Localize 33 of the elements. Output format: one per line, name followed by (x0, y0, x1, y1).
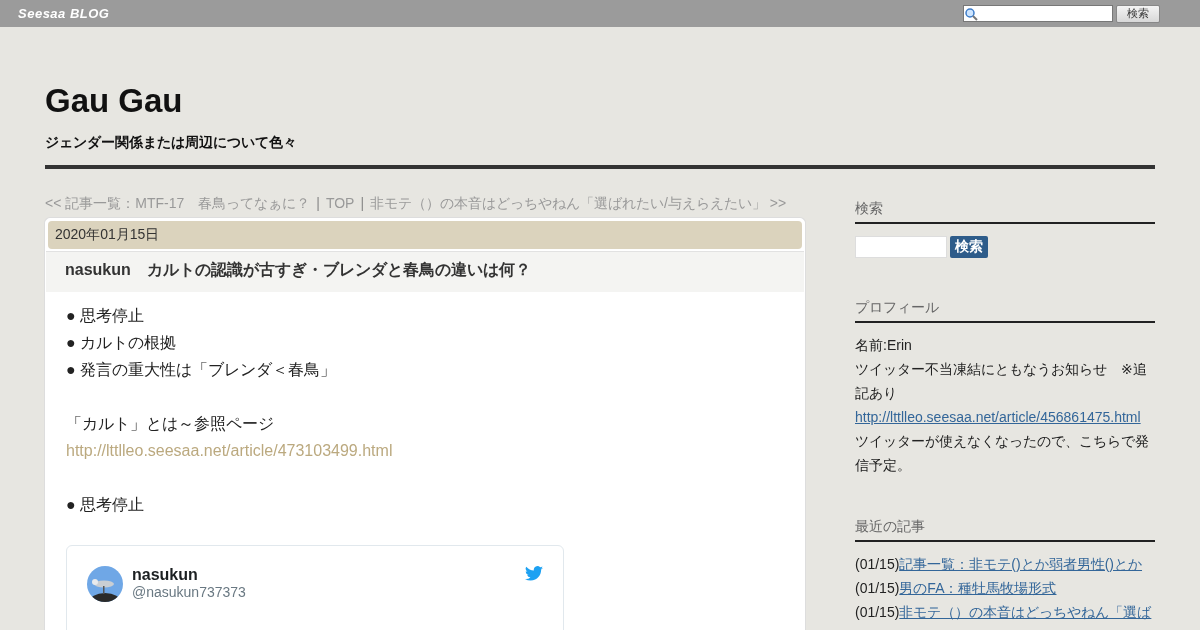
post-date: (01/15) (855, 556, 900, 572)
search-field[interactable] (963, 5, 1113, 22)
body-text: 「カルト」とは～参照ページ (66, 414, 275, 434)
article-date: 2020年01月15日 (48, 221, 802, 249)
separator: | (316, 195, 320, 213)
post-date: (01/15) (855, 604, 900, 620)
link[interactable]: http://lttlleo.seesaa.net/article/456861475.html (855, 405, 1155, 429)
bird-icon[interactable] (525, 566, 543, 581)
blog-title[interactable]: Gau Gau (45, 82, 1155, 120)
sidebar-heading: 最近の記事 (855, 513, 1155, 542)
sidebar-heading: 検索 (855, 195, 1155, 224)
post-link[interactable]: 非モテ（）の本音はどっちやねん「選ば (899, 604, 1152, 620)
body-text: 名前:Erin (855, 336, 913, 355)
tweet-handle[interactable]: @nasukun737373 (132, 584, 516, 600)
body-text: ● カルトの根拠 (66, 333, 178, 353)
body-text: ツイッター不当凍結にともなうお知らせ ※追記あり (855, 360, 1148, 403)
search-button[interactable]: 検索 (1116, 4, 1160, 23)
search-icon (964, 6, 978, 21)
sidebar-heading: プロフィール (855, 294, 1155, 323)
article-title: nasukun カルトの認識が古すぎ・ブレンダと春鳥の違いは何？ (46, 251, 804, 292)
body-text: ● 思考停止 (66, 495, 146, 515)
logo[interactable]: Seesaa BLOG (18, 6, 110, 21)
body-text: ツイッターが使えなくなったので、こちらで発信予定。 (855, 432, 1150, 475)
tweet-author[interactable]: nasukun (132, 566, 516, 584)
search-button[interactable]: 検索 (950, 236, 988, 258)
tweet-card[interactable]: nasukun @nasukun737373 (66, 545, 564, 630)
post-date: (01/15) (855, 580, 900, 596)
body-text: ● 思考停止 (66, 306, 146, 326)
body-text: ● 発言の重大性は「ブレンダ＜春鳥」 (66, 360, 338, 380)
post-link[interactable]: 男のFA：種牡馬牧場形式 (899, 580, 1057, 596)
post-link[interactable]: 記事一覧：非モテ()とか弱者男性()とか (899, 556, 1142, 572)
separator: | (360, 195, 365, 213)
blog-subtitle: ジェンダー関係または周辺について色々 (45, 134, 298, 152)
